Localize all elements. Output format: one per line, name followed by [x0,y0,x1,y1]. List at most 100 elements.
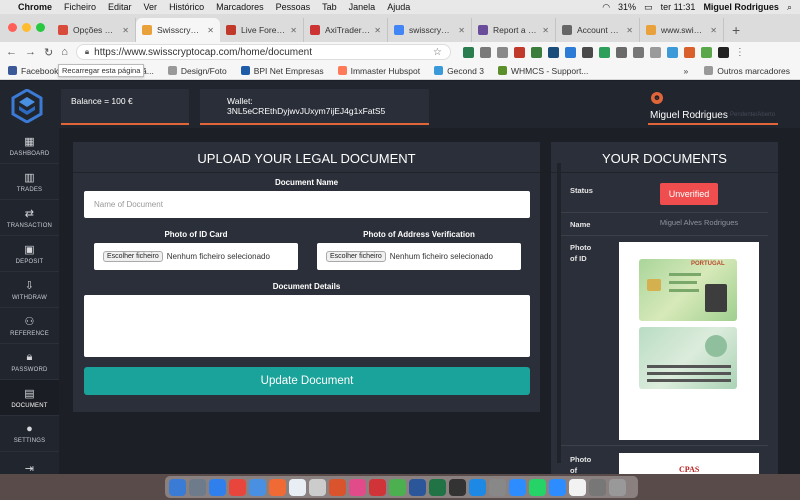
extension-icon[interactable] [513,46,525,58]
word-icon[interactable] [409,478,426,496]
profile-avatar[interactable] [717,46,729,58]
user-area[interactable]: ☻ Miguel Rodrigues Pendente/Aberto [648,91,778,125]
bookmark-label[interactable]: Gecond 3 [447,66,484,76]
launchpad-icon[interactable] [189,478,206,496]
close-window-button[interactable] [8,23,17,32]
choose-file-button[interactable]: Escolher ficheiro [326,251,386,262]
user-icon[interactable]: ☻ [651,92,663,104]
address-photo[interactable]: CPAS [619,453,759,474]
sidebar-item-dashboard[interactable]: ▦ DASHBOARD [0,128,59,164]
menu-ver[interactable]: Ver [144,2,158,12]
system-preferences-icon[interactable] [489,478,506,496]
extension-icon[interactable] [615,46,627,58]
extension-icon[interactable] [530,46,542,58]
tab-close-icon[interactable]: ✕ [122,26,129,35]
extension-icon[interactable] [632,46,644,58]
bookmarks-more[interactable]: » [684,66,689,76]
menu-tab[interactable]: Tab [322,2,337,12]
photo-id-file-input[interactable]: Escolher ficheiro Nenhum ficheiro seleci… [94,243,298,270]
photo-address-file-input[interactable]: Escolher ficheiro Nenhum ficheiro seleci… [317,243,521,270]
extension-icon[interactable] [666,46,678,58]
bookmark-item[interactable]: Gecond 3 [434,66,484,76]
brave-icon[interactable] [269,478,286,496]
terminal-icon[interactable] [449,478,466,496]
extension-icon[interactable] [683,46,695,58]
bookmark-item[interactable]: Design/Foto [167,66,227,76]
menu-ficheiro[interactable]: Ficheiro [64,2,96,12]
extension-icon[interactable] [564,46,576,58]
forward-icon[interactable]: → [25,46,36,58]
browser-tab[interactable]: Live Forex Sp ✕ [220,18,304,42]
bookmark-label[interactable]: WHMCS - Support... [511,66,588,76]
bookmarks-other-label[interactable]: Outros marcadores [717,66,790,76]
extension-icon[interactable] [649,46,661,58]
url-text[interactable]: https://www.swisscryptocap.com/home/docu… [94,47,433,58]
home-icon[interactable]: ⌂ [61,46,68,58]
bookmark-label[interactable]: Design/Foto [181,66,227,76]
back-icon[interactable]: ← [6,46,17,58]
wifi-icon[interactable]: ◠ [602,2,610,13]
sidebar-item-document[interactable]: ▤ DOCUMENT [0,380,59,416]
trash-icon[interactable] [609,478,626,496]
mail-icon[interactable] [249,478,266,496]
extension-icon[interactable] [462,46,474,58]
sidebar-item-deposit[interactable]: ▣ DEPOSIT [0,236,59,272]
sidebar-item-withdraw[interactable]: ⇩ WITHDRAW [0,272,59,308]
menu-pessoas[interactable]: Pessoas [276,2,311,12]
extension-icon[interactable] [496,46,508,58]
calendar-icon[interactable] [289,478,306,496]
minimize-window-button[interactable] [22,23,31,32]
safari-icon[interactable] [209,478,226,496]
extension-icon[interactable] [700,46,712,58]
menu-app[interactable]: Chrome [18,2,52,12]
bookmark-item[interactable]: WHMCS - Support... [497,66,588,76]
extension-icon[interactable] [547,46,559,58]
sidebar-item-password[interactable]: 🔒︎ PASSWORD [0,344,59,380]
bookmark-item[interactable]: BPI Net Empresas [240,66,324,76]
menubar-user[interactable]: Miguel Rodrigues [703,2,779,12]
zoom-icon[interactable] [509,478,526,496]
id-card-photo[interactable]: PORTUGAL [619,242,759,440]
sidebar-item-trades[interactable]: ▥ TRADES [0,164,59,200]
bookmark-item[interactable]: Immaster Hubspot [337,66,420,76]
chrome-icon[interactable] [229,478,246,496]
browser-tab[interactable]: Swisscryptocap ✕ [136,18,220,42]
bookmarks-other[interactable]: » Outros marcadores [684,66,800,76]
document-name-input[interactable]: Name of Document [84,191,530,218]
menu-dots-icon[interactable]: ⋮ [735,47,746,58]
extension-icon[interactable] [581,46,593,58]
menu-editar[interactable]: Editar [108,2,132,12]
excel-icon[interactable] [429,478,446,496]
menu-ajuda[interactable]: Ajuda [387,2,410,12]
browser-tab[interactable]: Account Susp ✕ [556,18,640,42]
zoom-window-button[interactable] [36,23,45,32]
zoom-meetings-icon[interactable] [549,478,566,496]
clock[interactable]: ter 11:31 [661,2,696,12]
menu-janela[interactable]: Janela [349,2,376,12]
browser-tab[interactable]: Opções Binárias ✕ [52,18,136,42]
tab-close-icon[interactable]: ✕ [626,26,633,35]
messages-icon[interactable] [389,478,406,496]
tab-close-icon[interactable]: ✕ [290,26,297,35]
bookmark-label[interactable]: BPI Net Empresas [254,66,324,76]
document-details-textarea[interactable] [84,295,530,357]
browser-tab[interactable]: AxiTrader - P ✕ [304,18,388,42]
whatsapp-icon[interactable] [529,478,546,496]
choose-file-button[interactable]: Escolher ficheiro [103,251,163,262]
acrobat-icon[interactable] [369,478,386,496]
update-document-button[interactable]: Update Document [84,367,530,395]
tab-close-icon[interactable]: ✕ [542,26,549,35]
bookmark-item[interactable]: Facebook [8,66,58,76]
browser-tab[interactable]: www.swisscr ✕ [640,18,724,42]
itunes-icon[interactable] [349,478,366,496]
tab-close-icon[interactable]: ✕ [710,26,717,35]
tab-close-icon[interactable]: ✕ [374,26,381,35]
bookmark-star-icon[interactable]: ☆ [433,47,442,58]
lock-icon[interactable]: 🔒︎ [85,47,89,57]
finder-icon[interactable] [169,478,186,496]
bookmark-label[interactable]: Facebook [21,66,58,76]
appstore-icon[interactable] [469,478,486,496]
tab-close-icon[interactable]: ✕ [207,26,214,35]
address-bar[interactable]: 🔒︎ https://www.swisscryptocap.com/home/d… [75,44,451,60]
browser-tab[interactable]: swisscryptoc ✕ [388,18,472,42]
